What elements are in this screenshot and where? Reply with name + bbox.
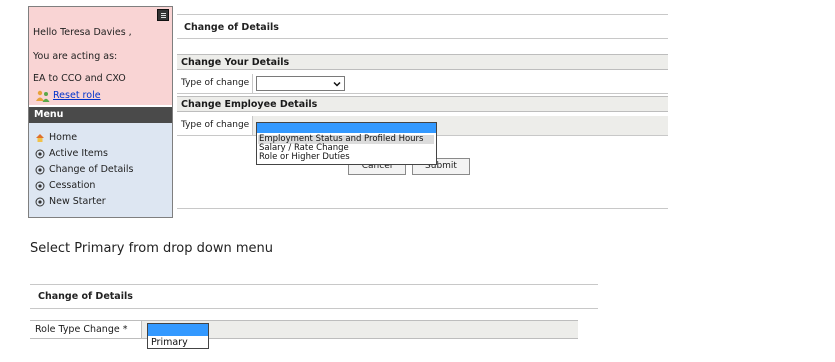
circle-bullet-icon [35,165,45,174]
type-of-change-dropdown[interactable]: Employment Status and Profiled Hours Sal… [256,122,437,165]
menu-item-label: Home [49,132,78,143]
circle-bullet-icon [35,181,45,190]
role-type-row: Role Type Change * [30,320,578,339]
sidebar: Hello Teresa Davies , You are acting as:… [28,6,173,218]
type-of-change-label: Type of change [177,116,253,135]
page-title: Change of Details [184,22,279,33]
divider [177,208,668,209]
user-panel: Hello Teresa Davies , You are acting as:… [29,7,172,105]
greeting-text: Hello Teresa Davies , [33,27,132,38]
users-icon [36,90,50,102]
menu-item-change-of-details[interactable]: Change of Details [35,163,134,177]
dropdown-option[interactable]: Role or Higher Duties [259,153,350,162]
divider [30,284,598,285]
collapse-sidebar-icon[interactable] [157,9,169,21]
menu-item-label: Active Items [49,148,108,159]
instruction-text: Select Primary from drop down menu [30,241,273,256]
dropdown-blank-option[interactable] [148,324,208,336]
divider [177,38,668,39]
circle-bullet-icon [35,197,45,206]
menu-item-active-items[interactable]: Active Items [35,147,108,161]
reset-role-link[interactable]: Reset role [53,90,101,101]
menu-list: Home Active Items Change of Details Cess… [29,123,172,217]
type-of-change-label: Type of change [177,74,253,93]
menu-item-label: New Starter [49,196,106,207]
menu-item-new-starter[interactable]: New Starter [35,195,106,209]
menu-item-label: Change of Details [49,164,134,175]
dropdown-option-primary[interactable]: Primary [151,337,188,348]
acting-as-label: You are acting as: [33,51,118,62]
section-header-employee-details: Change Employee Details [177,96,668,112]
type-of-change-select[interactable] [256,76,345,91]
dropdown-blank-option[interactable] [257,123,436,133]
acting-as-value: EA to CCO and CXO [33,73,126,84]
menu-header: Menu [29,107,172,123]
circle-bullet-icon [35,149,45,158]
role-type-change-label: Role Type Change * [30,321,142,338]
chevron-down-icon [333,81,341,87]
home-icon [36,133,44,142]
divider [177,14,668,15]
menu-item-label: Cessation [49,180,96,191]
menu-item-home[interactable]: Home [35,131,77,145]
section-header-your-details: Change Your Details [177,54,668,70]
your-details-row: Type of change [177,74,668,94]
role-type-dropdown[interactable]: Primary [147,323,209,349]
divider [30,308,598,309]
page-title: Change of Details [38,291,133,302]
menu-item-cessation[interactable]: Cessation [35,179,95,193]
